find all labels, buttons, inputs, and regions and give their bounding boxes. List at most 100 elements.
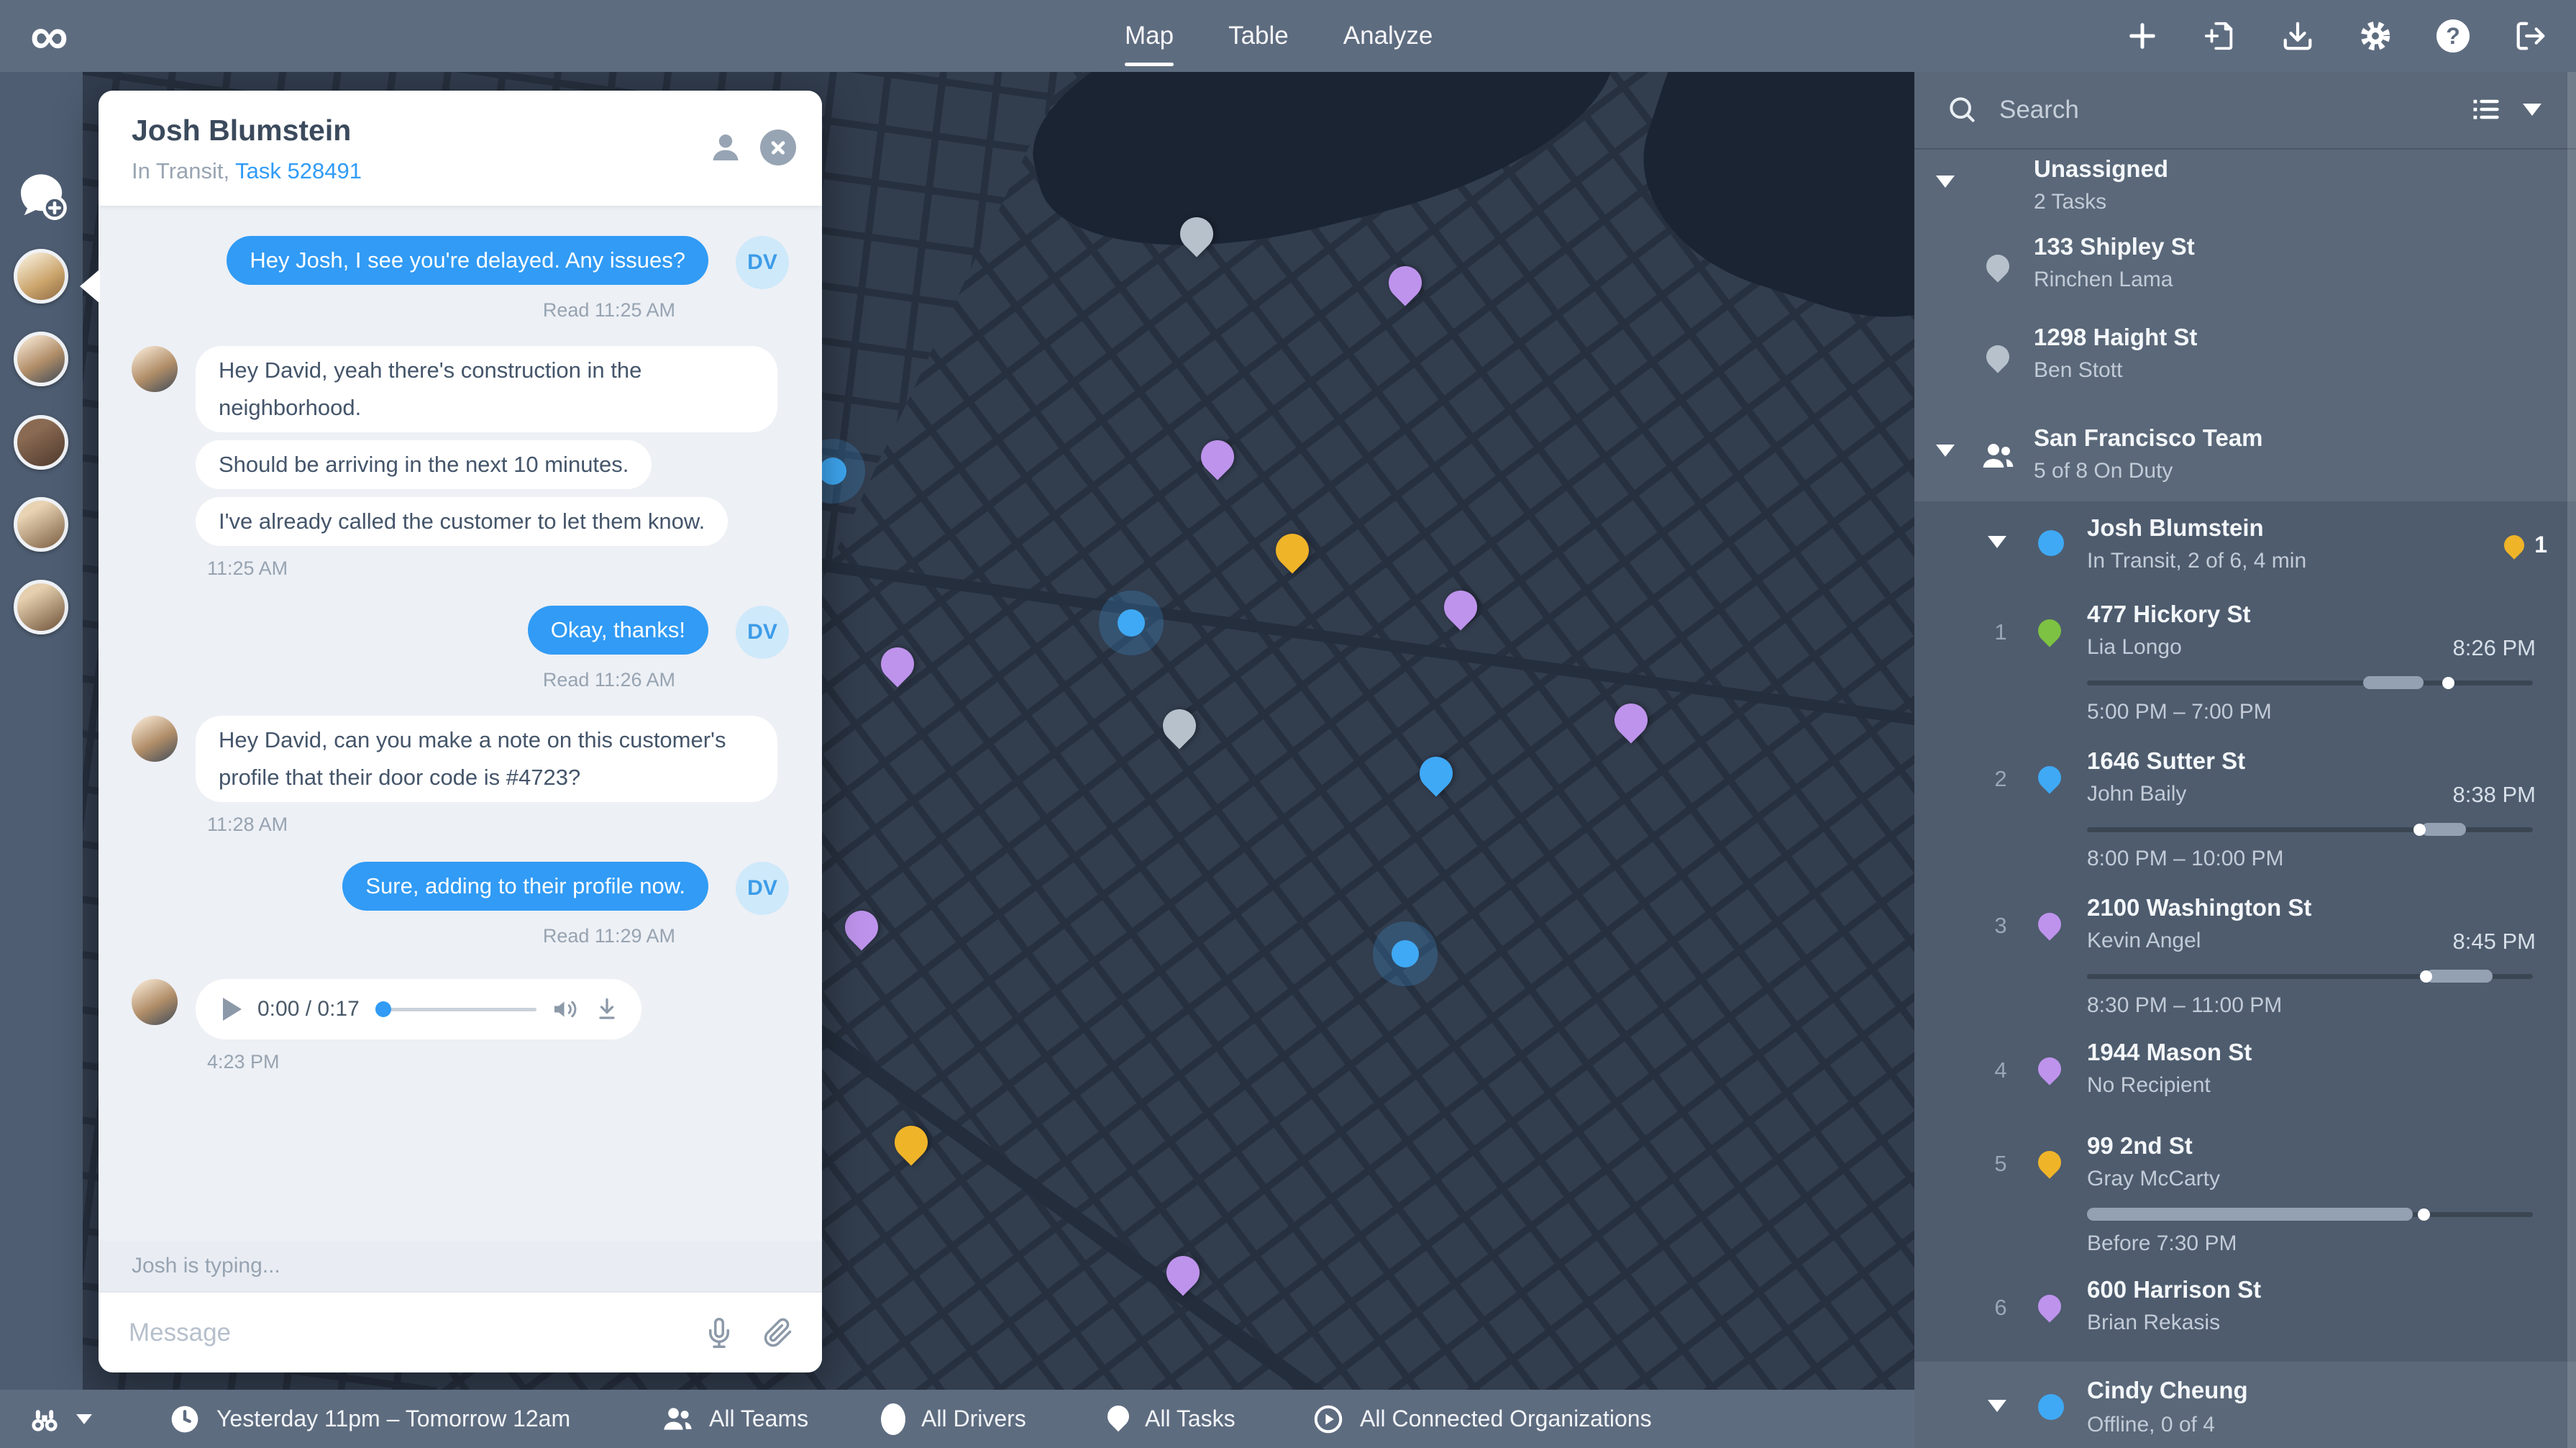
avatar[interactable] — [14, 249, 68, 304]
driver-status-dot — [2038, 1394, 2064, 1420]
driver-avatar — [132, 346, 178, 392]
avatar[interactable] — [14, 415, 68, 470]
map-pin-purple[interactable] — [1607, 697, 1654, 744]
audio-time: 0:00 / 0:17 — [257, 997, 360, 1021]
task-timeline[interactable] — [2087, 1207, 2533, 1221]
message-input[interactable] — [127, 1318, 675, 1348]
new-chat-icon[interactable] — [13, 171, 69, 222]
chat-message-incoming: Hey David, yeah there's construction in … — [132, 346, 789, 546]
paperclip-icon[interactable] — [763, 1318, 793, 1348]
team-icon — [1981, 439, 2015, 473]
drivers-filter-label: All Drivers — [921, 1406, 1026, 1432]
sidebar-scrollbar[interactable] — [2567, 72, 2576, 1448]
time-range-filter[interactable]: Yesterday 11pm – Tomorrow 12am — [169, 1390, 570, 1448]
view-filter-button[interactable] — [29, 1390, 92, 1448]
people-icon — [662, 1403, 693, 1435]
driver-task-row[interactable]: 5 99 2nd St Gray McCarty Before 7:30 PM — [1914, 1119, 2576, 1266]
volume-icon[interactable] — [552, 996, 578, 1022]
tab-analyze[interactable]: Analyze — [1343, 0, 1433, 72]
collapse-caret-icon[interactable] — [1988, 536, 2006, 548]
unassigned-task-row[interactable]: 1298 Haight St Ben Stott — [1914, 314, 2576, 404]
list-view-icon[interactable] — [2470, 94, 2501, 125]
help-icon[interactable] — [2436, 19, 2470, 53]
logout-icon[interactable] — [2514, 19, 2547, 53]
top-bar: ∞ Map Table Analyze — [0, 0, 2576, 72]
task-pin-icon — [1981, 340, 2014, 373]
driver-row-josh[interactable]: Josh Blumstein In Transit, 2 of 6, 4 min… — [1914, 501, 2576, 588]
driver-location-dot[interactable] — [819, 457, 846, 485]
map-pin-yellow[interactable] — [888, 1119, 935, 1165]
driver-task-row[interactable]: 1 477 Hickory St Lia Longo 8:26 PM 5:00 … — [1914, 588, 2576, 734]
message-bubble: Sure, adding to their profile now. — [342, 862, 708, 911]
driver-task-row[interactable]: 2 1646 Sutter St John Baily 8:38 PM 8:00… — [1914, 734, 2576, 881]
tasks-sidebar: Unassigned 2 Tasks 133 Shipley St Rinche… — [1914, 72, 2576, 1448]
map-pin-purple[interactable] — [1438, 583, 1484, 630]
download-icon[interactable] — [2281, 19, 2314, 53]
task-timeline[interactable] — [2087, 822, 2533, 837]
gear-icon[interactable] — [2359, 19, 2392, 53]
tab-table[interactable]: Table — [1228, 0, 1289, 72]
driver-task-row[interactable]: 4 1944 Mason St No Recipient — [1914, 1029, 2576, 1119]
audio-scrubber[interactable] — [375, 1001, 536, 1018]
task-timeline[interactable] — [2087, 969, 2533, 983]
teams-filter[interactable]: All Teams — [662, 1390, 808, 1448]
drivers-filter[interactable]: All Drivers — [881, 1390, 1026, 1448]
map-pin-blue[interactable] — [1412, 750, 1459, 796]
task-link[interactable]: Task 528491 — [235, 158, 362, 183]
message-bubble: Should be arriving in the next 10 minute… — [196, 440, 652, 489]
download-audio-icon[interactable] — [594, 996, 620, 1022]
group-subtitle: 2 Tasks — [2034, 190, 2106, 214]
top-bar-actions — [2126, 0, 2547, 72]
app-logo[interactable]: ∞ — [30, 0, 68, 72]
search-input[interactable] — [1998, 89, 2403, 131]
unassigned-task-row[interactable]: 133 Shipley St Rinchen Lama — [1914, 223, 2576, 314]
time-range-label: Yesterday 11pm – Tomorrow 12am — [216, 1406, 570, 1432]
map-pin-purple[interactable] — [1195, 434, 1241, 481]
group-title: San Francisco Team — [2034, 424, 2263, 452]
play-icon[interactable] — [223, 998, 242, 1021]
task-timeline[interactable] — [2087, 675, 2533, 690]
group-unassigned-header[interactable]: Unassigned 2 Tasks — [1914, 148, 2576, 223]
task-address: 133 Shipley St — [2034, 233, 2195, 260]
sender-avatar-dv: DV — [736, 862, 789, 915]
map-pin-gray[interactable] — [1156, 702, 1202, 749]
map-pin-purple[interactable] — [874, 640, 921, 687]
collapse-caret-icon[interactable] — [1988, 1400, 2006, 1412]
map-pin-purple[interactable] — [1160, 1249, 1207, 1296]
avatar[interactable] — [14, 497, 68, 552]
task-pin-icon — [2033, 1052, 2065, 1085]
orgs-filter-label: All Connected Organizations — [1360, 1406, 1652, 1432]
map-pin-gray[interactable] — [1173, 211, 1220, 258]
chevron-down-icon[interactable] — [2523, 104, 2541, 116]
close-icon[interactable] — [760, 129, 796, 165]
map-pin-purple[interactable] — [838, 904, 885, 951]
chat-message-outgoing: Okay, thanks! DV — [132, 606, 789, 659]
driver-row-cindy[interactable]: Cindy Cheung Offline, 0 of 4 — [1914, 1367, 2576, 1448]
driver-location-dot[interactable] — [1118, 609, 1145, 637]
avatar-active-chat[interactable] — [14, 332, 68, 386]
tab-map[interactable]: Map — [1125, 0, 1174, 72]
import-icon[interactable] — [2203, 19, 2237, 53]
chevron-down-icon — [76, 1414, 92, 1424]
plus-icon[interactable] — [2126, 19, 2159, 53]
profile-icon[interactable] — [708, 130, 743, 165]
collapse-caret-icon[interactable] — [1936, 445, 1955, 457]
map-pin-yellow[interactable] — [1269, 527, 1315, 574]
task-window: 8:00 PM – 10:00 PM — [2087, 847, 2284, 871]
read-receipt: Read 11:29 AM — [132, 925, 789, 947]
task-recipient: John Baily — [2087, 782, 2186, 806]
task-window: 8:30 PM – 11:00 PM — [2087, 993, 2282, 1018]
map-pin-purple[interactable] — [1381, 260, 1428, 306]
organizations-filter[interactable]: All Connected Organizations — [1312, 1390, 1652, 1448]
mic-icon[interactable] — [704, 1318, 734, 1348]
task-number: 6 — [1986, 1295, 2015, 1321]
driver-task-row[interactable]: 6 600 Harrison St Brian Rekasis — [1914, 1266, 2576, 1357]
driver-location-dot[interactable] — [1392, 940, 1419, 967]
collapse-caret-icon[interactable] — [1936, 176, 1955, 188]
group-team-header[interactable]: San Francisco Team 5 of 8 On Duty — [1914, 416, 2576, 495]
task-pin-icon — [2033, 908, 2065, 940]
avatar[interactable] — [14, 580, 68, 634]
driver-task-row[interactable]: 3 2100 Washington St Kevin Angel 8:45 PM… — [1914, 881, 2576, 1029]
tasks-filter[interactable]: All Tasks — [1107, 1390, 1236, 1448]
driver-status: Offline, 0 of 4 — [2087, 1413, 2215, 1437]
